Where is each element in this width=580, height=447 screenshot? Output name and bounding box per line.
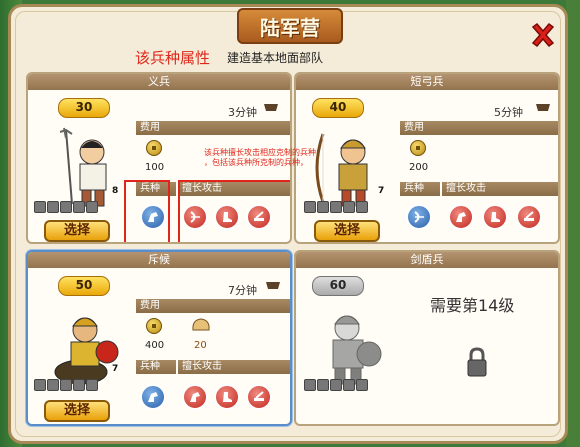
action-icon-bar: [304, 201, 368, 213]
catapult-counter-icon: [516, 204, 542, 230]
window-subtitle: 建造基本地面部队: [227, 51, 324, 65]
unit-card-scout: 斥候 50 7分钟 费用 400 20 7 选择 兵种 擅长攻击: [26, 250, 292, 426]
specialty-header: 擅长攻击: [442, 182, 558, 196]
gold-coin-icon: [410, 140, 426, 156]
pot-icon: [536, 104, 550, 111]
level-badge: 30: [58, 98, 110, 118]
select-button[interactable]: 选择: [44, 220, 110, 242]
cost-header: 费用: [136, 121, 290, 135]
clock-icon: [317, 201, 329, 213]
title-plate: 陆军营: [237, 8, 343, 44]
arrow-icon: [86, 201, 98, 213]
unit-portrait: [42, 300, 132, 388]
select-button[interactable]: 选择: [44, 400, 110, 422]
shield-icon: [73, 379, 85, 391]
level-badge: 40: [312, 98, 364, 118]
select-button[interactable]: 选择: [314, 220, 380, 242]
gold-coin-icon: [146, 318, 162, 334]
specialty-header: 擅长攻击: [178, 360, 290, 374]
unit-name: 义兵: [28, 74, 290, 90]
unit-type-header: 兵种: [136, 360, 176, 374]
lock-icon: [467, 347, 487, 377]
bow-type-icon: [406, 204, 432, 230]
level-badge: 50: [58, 276, 110, 296]
sword-icon: [34, 379, 46, 391]
horse-counter-icon: [182, 384, 208, 410]
close-button[interactable]: [528, 20, 558, 50]
pot-icon: [264, 104, 278, 111]
unit-quantity: 7: [112, 364, 119, 374]
annotation-frame-type: [124, 180, 170, 242]
annotation-frame-specialty: [178, 180, 290, 242]
unit-name: 剑盾兵: [296, 252, 558, 268]
boot-counter-icon: [214, 384, 240, 410]
cost-gold: 400: [145, 340, 165, 351]
clock-icon: [317, 379, 329, 391]
map-background-right: [566, 0, 580, 447]
pot-icon: [266, 282, 280, 289]
boot-counter-icon: [482, 204, 508, 230]
build-time: 3分钟: [228, 106, 257, 119]
cost-gold: 100: [145, 162, 165, 173]
unit-card-swordshield: 剑盾兵 60 需要第14级: [294, 250, 560, 426]
cost-header: 费用: [136, 299, 290, 313]
build-time: 7分钟: [228, 284, 257, 297]
shield-icon: [73, 201, 85, 213]
annotation-unit-attr: 该兵种属性: [135, 49, 211, 67]
unit-quantity: 8: [112, 186, 119, 196]
arrow-icon: [356, 201, 368, 213]
clock-icon: [47, 201, 59, 213]
gear-icon: [330, 201, 342, 213]
window-title: 陆军营: [260, 15, 320, 40]
gear-icon: [60, 201, 72, 213]
action-icon-bar: [34, 379, 98, 391]
arrow-icon: [356, 379, 368, 391]
gear-icon: [330, 379, 342, 391]
cost-header: 费用: [400, 121, 558, 135]
unit-type-header: 兵种: [400, 182, 440, 196]
horse-type-icon: [140, 384, 166, 410]
unit-portrait: [304, 300, 394, 388]
action-icon-bar: [34, 201, 98, 213]
shield-icon: [343, 379, 355, 391]
sword-icon: [304, 379, 316, 391]
sword-icon: [304, 201, 316, 213]
annotation-desc-2: ，包括该兵种所克制的兵种，: [204, 158, 308, 167]
cost-food: 20: [194, 340, 207, 351]
unit-name: 斥候: [28, 252, 290, 268]
gear-icon: [60, 379, 72, 391]
horse-counter-icon: [448, 204, 474, 230]
shield-icon: [343, 201, 355, 213]
catapult-counter-icon: [246, 384, 272, 410]
close-icon: [531, 22, 555, 48]
build-time: 5分钟: [494, 106, 523, 119]
gold-coin-icon: [146, 140, 162, 156]
action-icon-bar: [304, 379, 368, 391]
unit-name: 短弓兵: [296, 74, 558, 90]
cost-gold: 200: [409, 162, 429, 173]
unit-portrait: [304, 122, 394, 210]
unit-card-archer: 短弓兵 40 5分钟 费用 200 7 选择 兵种 擅长攻击: [294, 72, 560, 244]
level-requirement: 需要第14级: [430, 296, 515, 315]
food-sack-icon: [192, 318, 210, 331]
level-badge: 60: [312, 276, 364, 296]
arrow-icon: [86, 379, 98, 391]
clock-icon: [47, 379, 59, 391]
sword-icon: [34, 201, 46, 213]
unit-portrait: [42, 122, 132, 210]
unit-quantity: 7: [378, 186, 385, 196]
